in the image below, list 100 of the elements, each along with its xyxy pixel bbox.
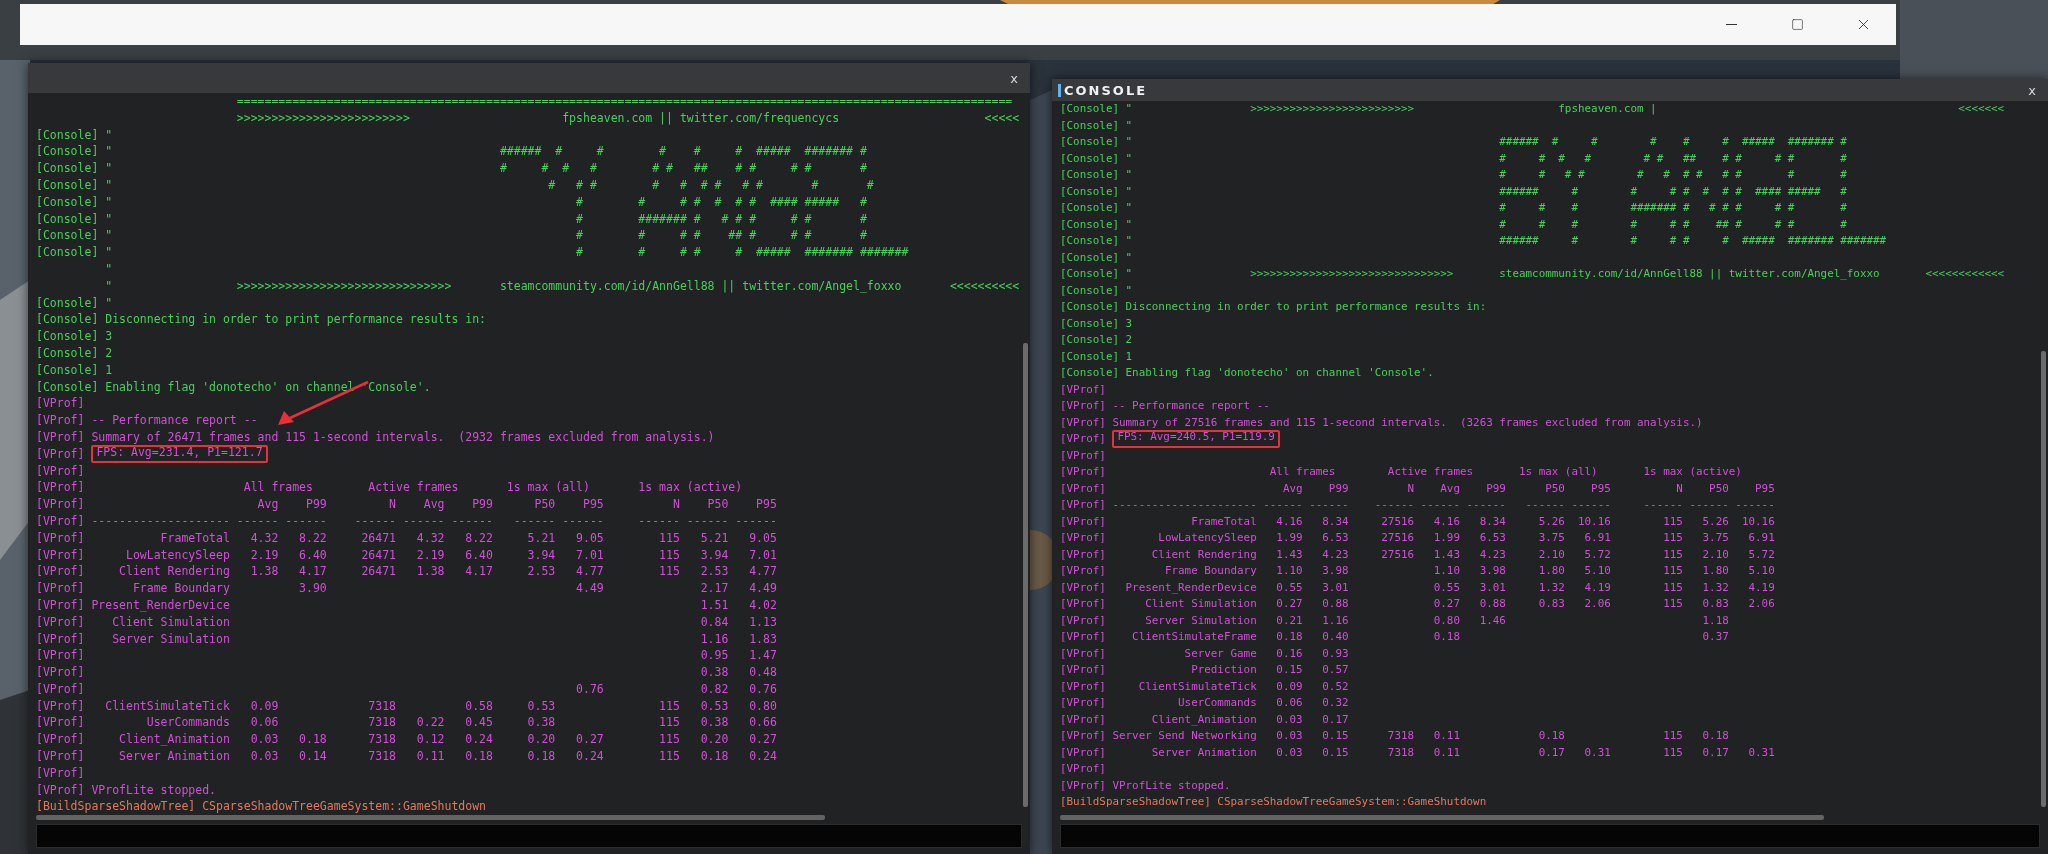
table-row-text: [VProf] ClientSimulateFrame 0.18 0.40 0.18 0.37 [1060,629,1729,645]
table-row: [VProf] Client Simulation 0.84 1.13 [36,613,777,631]
fps-reading: FPS: Avg=231.4, P1=121.7 [91,444,268,463]
log-line: [Console] " >>>>>>>>>>>>>>>>>>>>>>>>>>>>>>> steamcommunity.com/id/AnnGell88 || twitter.com/Angel_foxxo <<<<<<<<<<<< [1060,266,2005,282]
log-line: [Console] " [36,294,113,312]
log-line: [Console] " # # # # # # ## # # # # # [36,160,867,177]
accent-bar-icon [1058,83,1061,97]
fps-reading: FPS: Avg=240.5, P1=119.9 [1112,430,1280,448]
log-line: [Console] 2 [36,344,113,362]
table-row: [VProf] Present_RenderDevice 0.55 3.01 0.55 3.01 1.32 4.19 115 1.32 4.19 [1060,579,1775,596]
table-row: [VProf] ClientSimulateTick 0.09 0.52 [1060,678,1349,695]
log-line: [Console] Disconnecting in order to print performance results in: [1060,299,1487,315]
log-line: " [104,260,113,278]
table-row-text: [VProf] Server Send Networking 0.03 0.15 7318 0.11 0.18 115 0.18 [1060,728,1729,744]
table-row: [VProf] Server Animation 0.03 0.14 7318 0.11 0.18 0.18 0.24 115 0.18 0.24 [36,748,777,765]
log-line: [Console] " # # # # # # ## # # # # [1060,216,1847,233]
log-line: [Console] Disconnecting in order to print performance results in: [36,311,487,329]
table-row: [VProf] UserCommands 0.06 7318 0.22 0.45 0.38 115 0.38 0.66 [36,714,777,732]
scrollbar-thumb[interactable] [1060,815,1825,820]
table-rule: [VProf] ---------------------- ------ ------ ------ ------ ------ ------ ------ ------ ------ ------ [1060,497,1775,513]
table-row-text: [VProf] Client Simulation 0.27 0.88 0.27 0.88 0.83 2.06 115 0.83 2.06 [1060,596,1775,612]
log-line: [Console] " # # # # ## # # # # [36,227,867,245]
log-line: [VProf] [36,462,85,480]
table-row-text: [VProf] Prediction 0.15 0.57 [1060,662,1349,678]
log-line: [Console] " ###### # # # # # ##### ####### # [36,143,867,161]
log-line: [Console] Enabling flag 'donotecho' on channel 'Console'. [36,378,431,396]
scrollbar-thumb[interactable] [36,815,825,820]
log-line: [Console] " ###### # # # # # ##### ####### # [1060,134,1847,150]
table-row-text: [VProf] LowLatencySleep 1.99 6.53 27516 1.99 6.53 3.75 6.91 115 3.75 6.91 [1060,530,1775,546]
table-row: [VProf] 0.76 0.82 0.76 [36,680,777,698]
table-row: [VProf] Server Simulation 1.16 1.83 [36,630,777,648]
log-line: " >>>>>>>>>>>>>>>>>>>>>>>>>>>>>>> steamcommunity.com/id/AnnGell88 || twitter.com/Angel_foxxo <<<<<<<<<< [104,277,1020,295]
log-line: [Console] " # # # ####### # # # # # # # [1060,200,1847,216]
log-line: [VProf] -- Performance report -- [36,412,258,429]
log-line: [VProf] [1060,761,1106,777]
scrollbar-thumb[interactable] [1023,343,1028,807]
log-line: [Console] " # # # # # # # # # # # # [1060,167,1847,183]
log-line: [VProf] Summary of 26471 frames and 115 1-second intervals. (2932 frames excluded from analysis.) [36,428,715,446]
close-button[interactable]: x [2024,82,2040,98]
table-header: [VProf] Avg P99 N Avg P99 P50 P95 N P50 P95 [36,496,777,513]
log-line: [Console] 1 [36,361,113,379]
table-row: [VProf] FrameTotal 4.32 8.22 26471 4.32 8.22 5.21 9.05 115 5.21 9.05 [36,529,777,547]
log-line: [VProf] [36,395,85,413]
log-line: [VProf] [1060,381,1106,398]
log-line: [Console] 3 [36,328,113,345]
scrollbar-thumb[interactable] [2041,351,2046,807]
maximize-icon [1790,18,1804,31]
table-row: [VProf] LowLatencySleep 2.19 6.40 26471 2.19 6.40 3.94 7.01 115 3.94 7.01 [36,546,777,564]
table-row: [VProf] Server Game 0.16 0.93 [1060,645,1349,662]
table-row-text: [VProf] UserCommands 0.06 0.32 [1060,695,1349,711]
table-row: [VProf] 0.95 1.47 [36,647,777,665]
table-row: [VProf] Client_Animation 0.03 0.17 [1060,711,1349,728]
log-line: [VProf] [36,764,85,782]
log-line: [Console] " # # # # # ##### ####### ####### [36,244,909,261]
table-row: [VProf] ClientSimulateTick 0.09 7318 0.58 0.53 115 0.53 0.80 [36,697,777,715]
console-input[interactable] [1060,824,2040,848]
log-line: [Console] " # ####### # # # # # # # [36,210,867,228]
table-row: [VProf] Present_RenderDevice 1.51 4.02 [36,596,777,614]
log-line: [Console] " ###### # # # # # ##### ####### ####### [1060,233,1887,249]
log-line: [BuildSparseShadowTree] CSparseShadowTreeGameSystem::GameShutdown [36,798,487,813]
table-row: [VProf] Client Rendering 1.43 4.23 27516 1.43 4.23 2.10 5.72 115 2.10 5.72 [1060,546,1775,563]
console-input[interactable] [36,824,1022,848]
log-line: [BuildSparseShadowTree] CSparseShadowTreeGameSystem::GameShutdown [1060,794,1487,810]
log-prefix: [VProf] [36,445,85,463]
log-line: [VProf] VProfLite stopped. [36,781,216,799]
log-line: [VProf] VProfLite stopped. [1060,777,1231,794]
table-rule: [VProf] -------------------- ------ ------ ------ ------ ------ ------ ------ ------ ------ ------ [36,512,777,530]
log-line: [Console] " [36,126,113,144]
log-line: [Console] " [1060,249,1133,266]
log-line: >>>>>>>>>>>>>>>>>>>>>>>>> fpsheaven.com || twitter.com/frequencycs <<<<< [235,109,1020,127]
log-line: [Console] " ###### # # # # # # # #### ##### # [1060,183,1847,200]
table-row: [VProf] Frame Boundary 3.90 4.49 2.17 4.49 [36,580,777,597]
log-line: [VProf] Summary of 27516 frames and 115 1-second intervals. (3263 frames excluded from analysis.) [1060,414,1703,431]
table-header: [VProf] All frames Active frames 1s max (all) 1s max (active) [36,479,743,497]
log-line: [Console] " [1060,282,1133,299]
log-line: [Console] " # # # # # # # # # # # [36,177,874,194]
log-line: ================================================================================================================ [235,93,1013,110]
table-header: [VProf] All frames Active frames 1s max (all) 1s max (active) [1060,464,1742,480]
table-row: [VProf] FrameTotal 4.16 8.34 27516 4.16 8.34 5.26 10.16 115 5.26 10.16 [1060,513,1775,530]
console-title: CONSOLE [1064,82,1148,98]
table-row: [VProf] Client_Animation 0.03 0.18 7318 0.12 0.24 0.20 0.27 115 0.20 0.27 [36,731,777,749]
log-line: [Console] 1 [1060,348,1133,365]
log-line: [Console] Enabling flag 'donotecho' on channel 'Console'. [1060,365,1434,381]
log-line: [Console] " # # # # # # # #### ##### # [36,193,867,211]
log-line: [VProf] -- Performance report -- [1060,398,1270,414]
log-line: [Console] " [1060,117,1133,134]
table-row: [VProf] Client Rendering 1.38 4.17 26471 1.38 4.17 2.53 4.77 115 2.53 4.77 [36,563,777,581]
log-line: [Console] 3 [1060,315,1133,332]
minimize-icon [1725,24,1737,25]
table-row: [VProf] Server Simulation 0.21 1.16 0.80 1.46 1.18 [1060,612,1729,629]
table-header: [VProf] Avg P99 N Avg P99 P50 P95 N P50 P95 [1060,480,1775,497]
table-row-text: [VProf] Frame Boundary 1.10 3.98 1.10 3.98 1.80 5.10 115 1.80 5.10 [1060,563,1775,579]
log-prefix: [VProf] [1060,431,1106,447]
close-button[interactable]: x [1006,70,1022,86]
log-line: [Console] 2 [1060,332,1133,348]
table-row: [VProf] Server Animation 0.03 0.15 7318 0.11 0.17 0.31 115 0.17 0.31 [1060,744,1775,761]
log-line: [VProf] [1060,447,1106,464]
log-line: [Console] " # # # # # # ## # # # # # [1060,150,1847,167]
table-row: [VProf] 0.38 0.48 [36,664,777,681]
log-line: [Console] " >>>>>>>>>>>>>>>>>>>>>>>>> fpsheaven.com | <<<<<<< [1060,101,2005,117]
